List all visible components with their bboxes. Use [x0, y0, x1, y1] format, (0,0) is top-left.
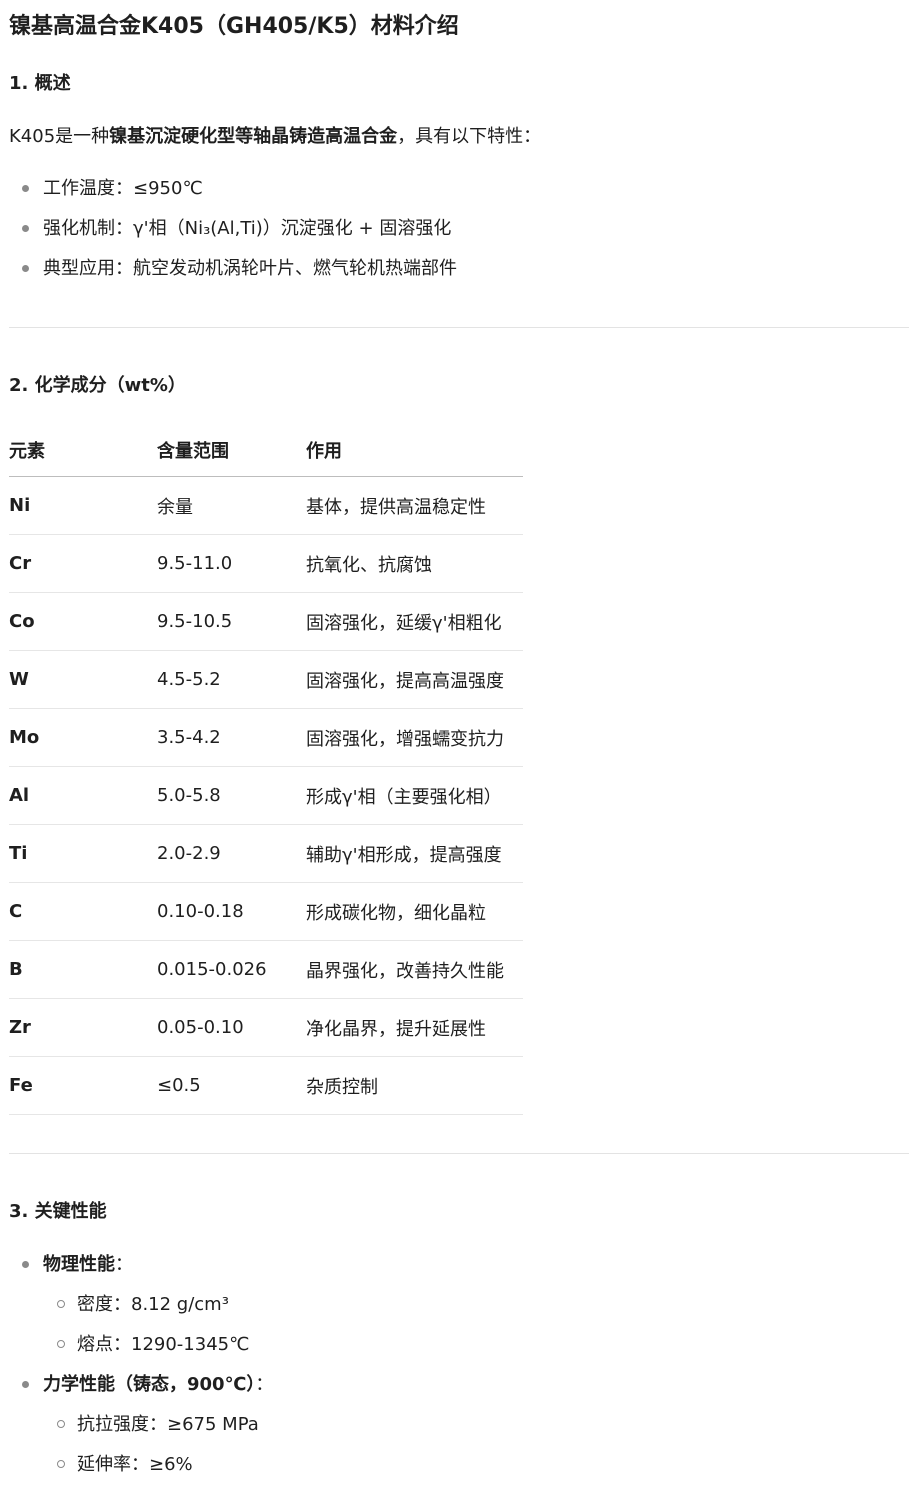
role-cell: 形成碳化物，细化晶粒 [306, 882, 523, 941]
intro-suffix: ，具有以下特性： [397, 126, 542, 147]
section-heading-overview: 1. 概述 [9, 73, 71, 94]
overview-bullet-list: 工作温度：≤950℃ 强化机制：γ'相（Ni₃(Al,Ti)）沉淀强化 + 固溶… [9, 176, 909, 296]
list-item: 物理性能： [9, 1252, 909, 1292]
element-cell: Zr [9, 998, 157, 1057]
section-divider [9, 327, 909, 328]
table-row: B 0.015-0.026 晶界强化，改善持久性能 [9, 940, 523, 999]
intro-prefix: K405是一种 [9, 126, 110, 147]
column-header-range: 含量范围 [157, 424, 306, 477]
bullet-circle-icon [57, 1340, 65, 1348]
role-cell: 杂质控制 [306, 1056, 523, 1115]
role-cell: 固溶强化，延缓γ'相粗化 [306, 592, 523, 651]
role-cell: 固溶强化，增强蠕变抗力 [306, 708, 523, 767]
list-item-text: 密度：8.12 g/cm³ [77, 1294, 229, 1315]
list-item: 力学性能（铸态，900℃）： [9, 1372, 909, 1412]
group-label-suffix: ： [255, 1374, 274, 1395]
list-item: 抗拉强度：≥675 MPa [9, 1412, 909, 1452]
bullet-dot-icon [22, 185, 29, 192]
range-cell: 2.0-2.9 [157, 824, 306, 883]
table-row: Al 5.0-5.8 形成γ'相（主要强化相） [9, 766, 523, 825]
intro-bold: 镍基沉淀硬化型等轴晶铸造高温合金 [109, 126, 398, 147]
role-cell: 固溶强化，提高高温强度 [306, 650, 523, 709]
bullet-dot-icon [22, 1261, 29, 1268]
role-cell: 净化晶界，提升延展性 [306, 998, 523, 1057]
bullet-dot-icon [22, 1381, 29, 1388]
range-cell: 5.0-5.8 [157, 766, 306, 825]
element-cell: B [9, 940, 157, 999]
element-cell: Co [9, 592, 157, 651]
section-heading-properties: 3. 关键性能 [9, 1201, 107, 1222]
bullet-circle-icon [57, 1300, 65, 1308]
element-cell: W [9, 650, 157, 709]
overview-paragraph: K405是一种镍基沉淀硬化型等轴晶铸造高温合金，具有以下特性： [9, 124, 541, 150]
table-row: W 4.5-5.2 固溶强化，提高高温强度 [9, 650, 523, 709]
element-cell: Mo [9, 708, 157, 767]
role-cell: 晶界强化，改善持久性能 [306, 940, 523, 999]
table-row: Co 9.5-10.5 固溶强化，延缓γ'相粗化 [9, 592, 523, 651]
group-label: 物理性能 [43, 1254, 115, 1275]
role-cell: 形成γ'相（主要强化相） [306, 766, 523, 825]
range-cell: 3.5-4.2 [157, 708, 306, 767]
list-item: 工作温度：≤950℃ [9, 176, 909, 216]
range-cell: 0.10-0.18 [157, 882, 306, 941]
list-item-text: 抗拉强度：≥675 MPa [77, 1414, 259, 1435]
column-header-role: 作用 [306, 424, 523, 477]
list-item: 典型应用：航空发动机涡轮叶片、燃气轮机热端部件 [9, 256, 909, 296]
element-cell: C [9, 882, 157, 941]
range-cell: 0.05-0.10 [157, 998, 306, 1057]
range-cell: 0.015-0.026 [157, 940, 306, 999]
table-row: Ti 2.0-2.9 辅助γ'相形成，提高强度 [9, 824, 523, 883]
list-item: 熔点：1290-1345℃ [9, 1332, 909, 1372]
range-cell: 余量 [157, 476, 306, 535]
list-item-text: 工作温度：≤950℃ [43, 178, 203, 199]
table-row: Zr 0.05-0.10 净化晶界，提升延展性 [9, 998, 523, 1057]
range-cell: 4.5-5.2 [157, 650, 306, 709]
bullet-dot-icon [22, 265, 29, 272]
table-row: Mo 3.5-4.2 固溶强化，增强蠕变抗力 [9, 708, 523, 767]
section-heading-composition: 2. 化学成分（wt%） [9, 375, 186, 396]
composition-table: 元素 含量范围 作用 Ni 余量 基体，提供高温稳定性 Cr 9.5-11.0 抗氧化、… [9, 424, 523, 1115]
element-cell: Al [9, 766, 157, 825]
list-item: 延伸率：≥6% [9, 1452, 909, 1492]
table-header-row: 元素 含量范围 作用 [9, 424, 523, 477]
table-row: Ni 余量 基体，提供高温稳定性 [9, 476, 523, 535]
document-title: 镍基高温合金K405（GH405/K5）材料介绍 [9, 14, 459, 39]
column-header-element: 元素 [9, 424, 157, 477]
range-cell: ≤0.5 [157, 1056, 306, 1115]
element-cell: Cr [9, 534, 157, 593]
role-cell: 基体，提供高温稳定性 [306, 476, 523, 535]
list-item-text: 典型应用：航空发动机涡轮叶片、燃气轮机热端部件 [43, 258, 457, 279]
bullet-circle-icon [57, 1420, 65, 1428]
group-label-suffix: ： [115, 1254, 133, 1275]
section-divider [9, 1153, 909, 1154]
element-cell: Ti [9, 824, 157, 883]
list-item: 密度：8.12 g/cm³ [9, 1292, 909, 1332]
list-item-text: 熔点：1290-1345℃ [77, 1334, 250, 1355]
properties-list: 物理性能： 密度：8.12 g/cm³ 熔点：1290-1345℃ 力学性能（铸… [9, 1252, 909, 1492]
table-row: C 0.10-0.18 形成碳化物，细化晶粒 [9, 882, 523, 941]
role-cell: 辅助γ'相形成，提高强度 [306, 824, 523, 883]
bullet-circle-icon [57, 1460, 65, 1468]
table-row: Fe ≤0.5 杂质控制 [9, 1056, 523, 1115]
bullet-dot-icon [22, 225, 29, 232]
group-label: 力学性能（铸态，900℃） [43, 1374, 256, 1395]
element-cell: Ni [9, 476, 157, 535]
table-row: Cr 9.5-11.0 抗氧化、抗腐蚀 [9, 534, 523, 593]
element-cell: Fe [9, 1056, 157, 1115]
list-item-text: 延伸率：≥6% [77, 1454, 193, 1475]
list-item-text: 强化机制：γ'相（Ni₃(Al,Ti)）沉淀强化 + 固溶强化 [43, 218, 452, 239]
list-item: 强化机制：γ'相（Ni₃(Al,Ti)）沉淀强化 + 固溶强化 [9, 216, 909, 256]
role-cell: 抗氧化、抗腐蚀 [306, 534, 523, 593]
range-cell: 9.5-10.5 [157, 592, 306, 651]
range-cell: 9.5-11.0 [157, 534, 306, 593]
